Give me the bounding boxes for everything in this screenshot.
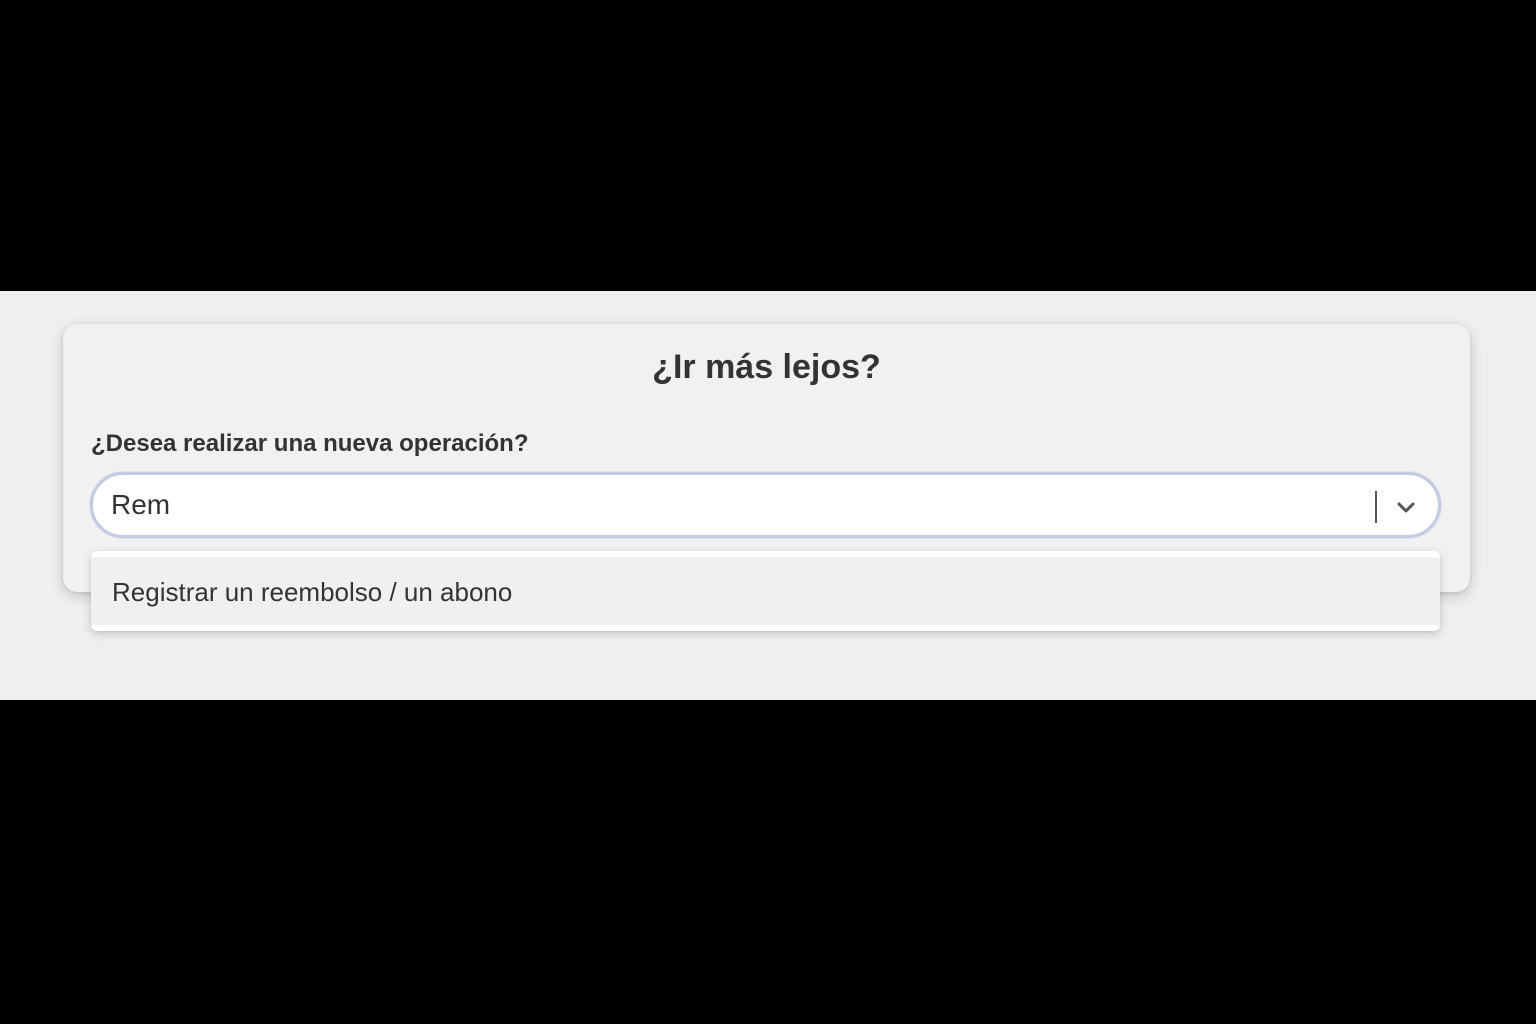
content-area: ¿Ir más lejos? ¿Desea realizar una nueva… [0,291,1536,700]
card-title: ¿Ir más lejos? [652,348,881,386]
operation-search-input[interactable] [111,483,1311,527]
operation-dropdown-menu: Registrar un reembolso / un abono [91,551,1440,631]
dropdown-option-label: Registrar un reembolso / un abono [112,577,513,607]
chevron-down-icon[interactable] [1393,494,1419,520]
select-divider [1375,491,1377,523]
dropdown-option-registrar-reembolso[interactable]: Registrar un reembolso / un abono [91,557,1440,625]
operation-select[interactable] [90,472,1441,538]
operation-field-label: ¿Desea realizar una nueva operación? [91,430,529,457]
